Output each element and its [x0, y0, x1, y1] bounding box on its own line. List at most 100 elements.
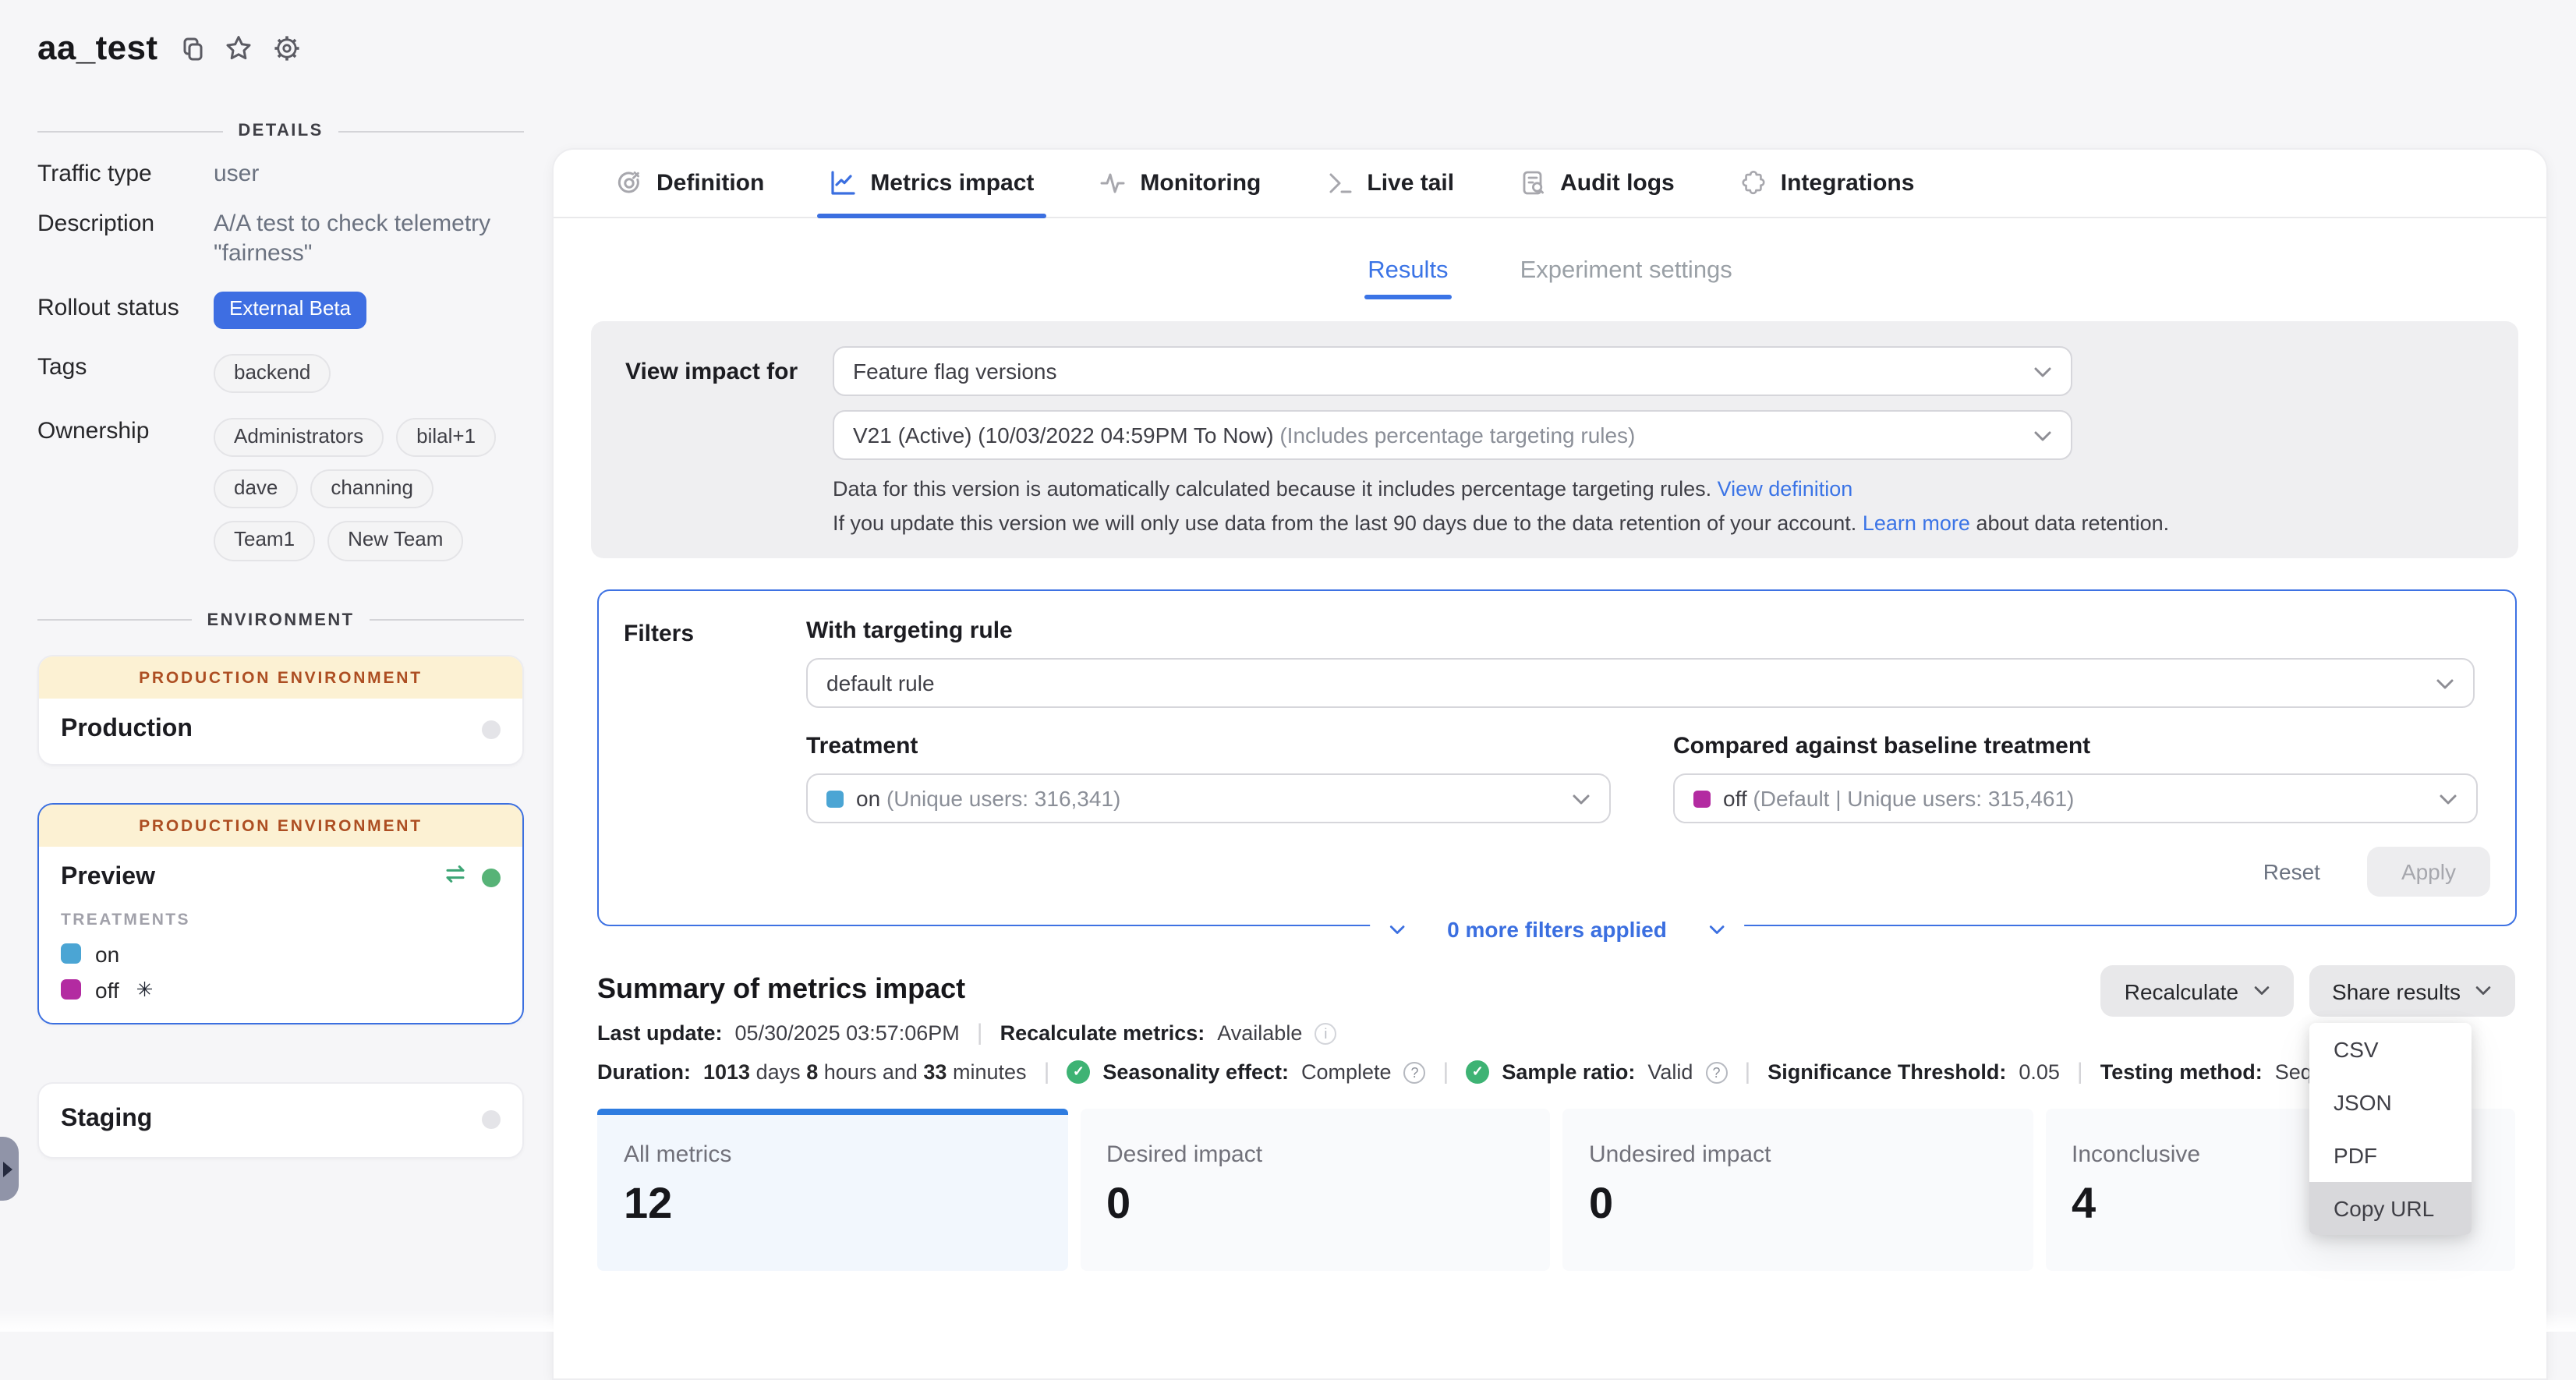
owner-chip[interactable]: New Team	[327, 522, 463, 561]
tab-integrations[interactable]: Integrations	[1737, 150, 1918, 217]
testing-method-value: Seq	[2275, 1060, 2312, 1084]
impact-type-value: Feature flag versions	[853, 359, 2033, 384]
check-circle-icon: ✓	[1466, 1060, 1489, 1084]
metric-card-all-metrics[interactable]: All metrics 12	[597, 1109, 1067, 1271]
last-update-value: 05/30/2025 03:57:06PM	[735, 1021, 960, 1045]
description-value: A/A test to check telemetry "fairness"	[214, 211, 524, 269]
more-filters-toggle[interactable]: 0 more filters applied	[1369, 917, 1745, 942]
targeting-rule-label: With targeting rule	[806, 617, 2490, 644]
baseline-select[interactable]: off (Default | Unique users: 315,461)	[1673, 773, 2478, 823]
metric-card-desired-impact[interactable]: Desired impact 0	[1080, 1109, 1550, 1271]
metric-card-label: Undesired impact	[1589, 1141, 2006, 1168]
seasonality-label: Seasonality effect:	[1102, 1060, 1289, 1084]
pulse-icon	[1099, 170, 1126, 196]
learn-more-link[interactable]: Learn more	[1863, 511, 1970, 535]
environment-card-preview[interactable]: PRODUCTION ENVIRONMENT Preview TREATMENT…	[37, 802, 524, 1024]
view-impact-panel: View impact for Feature flag versions V2…	[591, 321, 2518, 558]
impact-type-select[interactable]: Feature flag versions	[833, 346, 2072, 396]
menu-item-csv[interactable]: CSV	[2309, 1023, 2471, 1076]
testing-method-label: Testing method:	[2100, 1060, 2263, 1084]
owner-chip[interactable]: bilal+1	[396, 418, 496, 458]
tab-monitoring[interactable]: Monitoring	[1096, 150, 1264, 217]
menu-item-json[interactable]: JSON	[2309, 1076, 2471, 1129]
version-note: (Includes percentage targeting rules)	[1279, 423, 1635, 448]
owner-chip[interactable]: dave	[214, 469, 298, 509]
menu-item-pdf[interactable]: PDF	[2309, 1129, 2471, 1182]
tab-live-tail[interactable]: Live tail	[1323, 150, 1457, 217]
production-environment-banner: PRODUCTION ENVIRONMENT	[39, 656, 522, 698]
tab-metrics-impact[interactable]: Metrics impact	[826, 150, 1037, 217]
owner-chip[interactable]: Team1	[214, 522, 315, 561]
rollout-status-badge: External Beta	[214, 292, 366, 329]
subtab-results[interactable]: Results	[1368, 257, 1448, 285]
apply-button[interactable]: Apply	[2367, 847, 2490, 897]
help-icon[interactable]: ?	[1705, 1061, 1727, 1083]
copy-icon[interactable]	[178, 35, 204, 62]
main-content: Definition Metrics impact Monitoring	[552, 148, 2548, 1380]
tab-label: Metrics impact	[870, 170, 1034, 196]
view-definition-link[interactable]: View definition	[1718, 477, 1853, 501]
baseline-select-value: off	[1723, 786, 1747, 811]
share-results-button[interactable]: Share results	[2309, 965, 2515, 1017]
menu-item-copy-url[interactable]: Copy URL	[2309, 1182, 2471, 1235]
ownership-label: Ownership	[37, 418, 214, 561]
treatment-off-name: off	[95, 977, 119, 1002]
significance-threshold-value: 0.05	[2019, 1060, 2060, 1084]
environment-card-production[interactable]: PRODUCTION ENVIRONMENT Production	[37, 654, 524, 765]
tag-chip[interactable]: backend	[214, 353, 331, 393]
metric-card-value: 12	[624, 1179, 1041, 1229]
subtab-experiment-settings[interactable]: Experiment settings	[1520, 257, 1732, 285]
default-treatment-icon: ✳	[136, 977, 154, 1002]
treatments-label: TREATMENTS	[61, 910, 501, 929]
version-select[interactable]: V21 (Active) (10/03/2022 04:59PM To Now)…	[833, 410, 2072, 460]
metric-card-undesired-impact[interactable]: Undesired impact 0	[1562, 1109, 2033, 1271]
chevron-down-icon	[2439, 786, 2457, 811]
chevron-down-icon	[2475, 985, 2492, 996]
treatment-select[interactable]: on (Unique users: 316,341)	[806, 773, 1611, 823]
target-icon	[616, 170, 642, 196]
treatment-select-value: on	[856, 786, 880, 811]
favorite-star-icon[interactable]	[225, 34, 253, 62]
tab-audit-logs[interactable]: Audit logs	[1516, 150, 1678, 217]
treatment-on-swatch	[61, 943, 81, 964]
environment-name: Staging	[61, 1105, 152, 1133]
environment-heading: ENVIRONMENT	[207, 610, 355, 629]
line-chart-icon	[830, 170, 856, 196]
environment-section-header: ENVIRONMENT	[37, 610, 524, 629]
owner-chip[interactable]: Administrators	[214, 418, 384, 458]
tags-label: Tags	[37, 353, 214, 393]
reset-button[interactable]: Reset	[2263, 859, 2320, 884]
treatment-on-name: on	[95, 941, 119, 966]
tab-definition[interactable]: Definition	[613, 150, 767, 217]
environment-name: Preview	[61, 863, 155, 891]
description-label: Description	[37, 211, 214, 269]
environment-card-staging[interactable]: Staging	[37, 1081, 524, 1158]
sample-ratio-value: Valid	[1647, 1060, 1693, 1084]
share-results-menu: CSV JSON PDF Copy URL	[2309, 1023, 2471, 1235]
info-icon[interactable]: i	[1315, 1022, 1336, 1044]
filters-panel: Filters With targeting rule default rule…	[597, 589, 2517, 926]
targeting-rule-select[interactable]: default rule	[806, 658, 2475, 708]
environment-name: Production	[61, 715, 193, 743]
page-title: aa_test	[37, 28, 157, 69]
help-icon[interactable]: ?	[1404, 1061, 1426, 1083]
owner-chip[interactable]: channing	[310, 469, 433, 509]
tab-label: Audit logs	[1560, 170, 1675, 196]
details-section-header: DETAILS	[37, 122, 524, 140]
production-environment-banner: PRODUCTION ENVIRONMENT	[39, 804, 522, 846]
status-dot-green	[482, 868, 501, 886]
puzzle-icon	[1740, 170, 1767, 196]
recalculate-button[interactable]: Recalculate	[2101, 965, 2293, 1017]
seasonality-value: Complete	[1301, 1060, 1392, 1084]
targeting-rule-value: default rule	[826, 671, 2436, 695]
tab-label: Definition	[656, 170, 764, 196]
chevron-down-icon	[2033, 359, 2052, 384]
sidebar: aa_test	[37, 28, 524, 1158]
gear-icon[interactable]	[273, 34, 301, 62]
duration-value: 1013 days 8 hours and 33 minutes	[703, 1060, 1027, 1084]
more-filters-label: 0 more filters applied	[1447, 917, 1667, 942]
tags-row: Tags backend	[37, 353, 524, 393]
sidebar-expand-button[interactable]	[0, 1137, 19, 1201]
view-impact-label: View impact for	[625, 346, 833, 535]
data-retention-note: If you update this version we will only …	[833, 511, 2518, 535]
